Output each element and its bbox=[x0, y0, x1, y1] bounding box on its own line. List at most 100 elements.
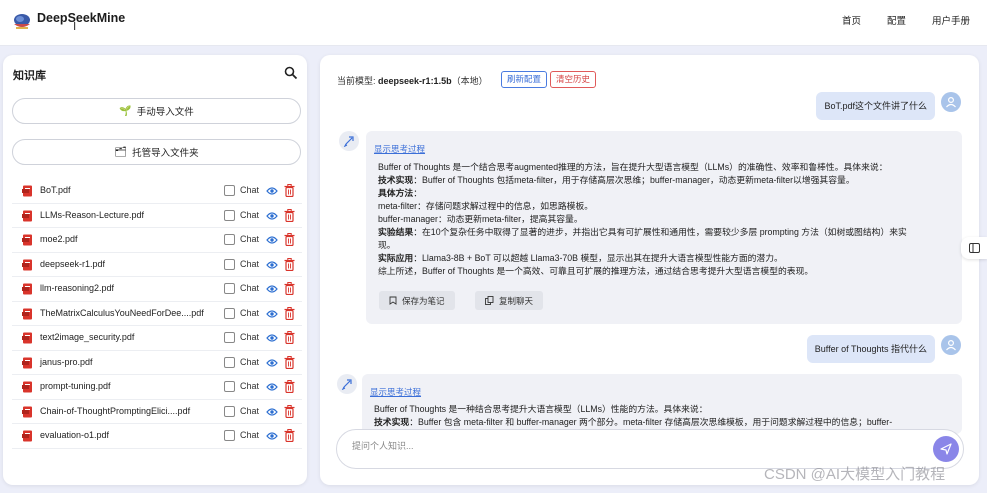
assistant-avatar bbox=[339, 131, 359, 151]
answer-line-text: ： bbox=[413, 188, 423, 198]
show-thinking-link[interactable]: 显示思考过程 bbox=[374, 143, 425, 155]
send-button[interactable] bbox=[933, 436, 959, 462]
file-list: BoT.pdf Chat LLMs-Reason-Lecture.pdf Chat mo… bbox=[12, 179, 302, 449]
file-name[interactable]: prompt-tuning.pdf bbox=[40, 381, 111, 391]
file-name[interactable]: LLMs-Reason-Lecture.pdf bbox=[40, 210, 144, 220]
save-as-note-button[interactable]: 保存为笔记 bbox=[379, 291, 455, 310]
trash-icon[interactable] bbox=[284, 429, 295, 442]
chat-select-checkbox[interactable] bbox=[224, 356, 235, 368]
chat-checkbox-label: Chat bbox=[240, 356, 260, 367]
file-row[interactable]: llm-reasoning2.pdf Chat bbox=[12, 277, 302, 302]
question-input[interactable] bbox=[352, 441, 912, 451]
trash-icon[interactable] bbox=[284, 233, 295, 246]
trash-icon[interactable] bbox=[284, 184, 295, 197]
refresh-config-button[interactable]: 刷新配置 bbox=[501, 71, 548, 88]
file-name[interactable]: deepseek-r1.pdf bbox=[40, 259, 105, 269]
file-name[interactable]: Chain-of-ThoughtPromptingElici....pdf bbox=[40, 406, 190, 416]
file-name[interactable]: BoT.pdf bbox=[40, 185, 71, 195]
nav-config[interactable]: 配置 bbox=[887, 13, 906, 27]
file-row[interactable]: LLMs-Reason-Lecture.pdf Chat bbox=[12, 204, 302, 228]
chat-select-checkbox[interactable] bbox=[224, 234, 235, 245]
trash-icon[interactable] bbox=[284, 306, 295, 320]
pdf-file-icon bbox=[22, 210, 32, 221]
pdf-file-icon bbox=[22, 185, 32, 197]
answer-line-text: buffer-manager：动态更新meta-filter，提高其容量。 bbox=[378, 214, 583, 224]
answer-line-heading: 技术实现 bbox=[378, 175, 414, 185]
chat-select-checkbox[interactable] bbox=[224, 332, 235, 343]
answer-line-text: 现。 bbox=[378, 240, 396, 250]
eye-icon[interactable] bbox=[266, 431, 278, 441]
file-name[interactable]: TheMatrixCalculusYouNeedForDee....pdf bbox=[40, 308, 204, 318]
nav-home[interactable]: 首页 bbox=[842, 13, 861, 27]
answer-line: 技术实现：Buffer of Thoughts 包括meta-filter，用于… bbox=[378, 174, 907, 187]
pdf-file-icon bbox=[22, 283, 32, 295]
file-row[interactable]: deepseek-r1.pdf Chat bbox=[12, 253, 302, 277]
answer-line-text: ：Buffer 包含 meta-filter 和 buffer-manager … bbox=[409, 417, 893, 427]
eye-icon[interactable] bbox=[266, 284, 278, 294]
eye-icon[interactable] bbox=[266, 211, 278, 221]
eye-icon[interactable] bbox=[266, 382, 278, 392]
managed-import-folder-button[interactable]: 🗂 托管导入文件夹 bbox=[12, 139, 301, 165]
brand-title[interactable]: DeepSeekMine bbox=[37, 11, 125, 25]
trash-icon[interactable] bbox=[284, 380, 295, 393]
eye-icon[interactable] bbox=[266, 333, 278, 343]
nav-user-manual[interactable]: 用户手册 bbox=[932, 13, 970, 27]
eye-icon[interactable] bbox=[266, 260, 278, 270]
user-icon bbox=[946, 339, 956, 351]
chat-select-checkbox[interactable] bbox=[224, 209, 235, 221]
file-row[interactable]: text2image_security.pdf Chat bbox=[12, 326, 302, 351]
file-name[interactable]: llm-reasoning2.pdf bbox=[40, 283, 114, 293]
answer-line-text: ：在10个复杂任务中取得了显著的进步，并指出它具有可扩展性和通用性，需要较少多层… bbox=[413, 227, 907, 237]
pdf-file-icon bbox=[22, 332, 32, 344]
whale-logo-icon[interactable] bbox=[12, 10, 32, 32]
trash-icon[interactable] bbox=[284, 355, 295, 369]
show-thinking-link[interactable]: 显示思考过程 bbox=[370, 386, 421, 398]
current-model-line: 当前模型: deepseek-r1:1.5b（本地） bbox=[337, 74, 488, 87]
file-name[interactable]: text2image_security.pdf bbox=[40, 332, 134, 342]
file-row[interactable]: TheMatrixCalculusYouNeedForDee....pdf Cha… bbox=[12, 302, 302, 326]
sidebar-toggle-button[interactable] bbox=[961, 237, 987, 259]
file-row[interactable]: Chain-of-ThoughtPromptingElici....pdf Cha… bbox=[12, 400, 302, 424]
file-row[interactable]: janus-pro.pdf Chat bbox=[12, 351, 302, 375]
file-name[interactable]: moe2.pdf bbox=[40, 234, 78, 244]
trash-icon[interactable] bbox=[284, 208, 295, 222]
file-row[interactable]: prompt-tuning.pdf Chat bbox=[12, 375, 302, 400]
file-name[interactable]: evaluation-o1.pdf bbox=[40, 430, 109, 440]
model-prefix: 当前模型: bbox=[337, 76, 376, 86]
eye-icon[interactable] bbox=[266, 407, 278, 417]
eye-icon[interactable] bbox=[266, 235, 278, 245]
rocket-icon bbox=[343, 136, 354, 147]
trash-icon[interactable] bbox=[284, 331, 295, 344]
chat-select-checkbox[interactable] bbox=[224, 405, 235, 417]
chat-checkbox-label: Chat bbox=[240, 283, 260, 293]
file-name[interactable]: janus-pro.pdf bbox=[40, 357, 93, 367]
trash-icon[interactable] bbox=[284, 282, 295, 295]
chat-select-checkbox[interactable] bbox=[224, 430, 235, 441]
chat-checkbox-label: Chat bbox=[240, 258, 260, 269]
chat-select-checkbox[interactable] bbox=[224, 381, 235, 392]
answer-line: buffer-manager：动态更新meta-filter，提高其容量。 bbox=[378, 213, 907, 226]
chat-select-checkbox[interactable] bbox=[224, 307, 235, 319]
chat-select-checkbox[interactable] bbox=[224, 283, 235, 294]
manual-import-label: 手动导入文件 bbox=[136, 107, 194, 118]
eye-icon[interactable] bbox=[266, 186, 278, 196]
answer-line: meta-filter：存储问题求解过程中的信息，如思路模板。 bbox=[378, 200, 907, 213]
clear-history-button[interactable]: 清空历史 bbox=[550, 71, 597, 88]
file-row[interactable]: BoT.pdf Chat bbox=[12, 179, 302, 204]
rocket-icon bbox=[341, 379, 352, 390]
user-icon bbox=[946, 96, 956, 108]
manual-import-button[interactable]: 🌱 手动导入文件 bbox=[12, 98, 301, 124]
trash-icon[interactable] bbox=[284, 257, 295, 271]
copy-icon bbox=[485, 296, 494, 305]
file-row[interactable]: moe2.pdf Chat bbox=[12, 228, 302, 253]
file-row[interactable]: evaluation-o1.pdf Chat bbox=[12, 424, 302, 449]
eye-icon[interactable] bbox=[266, 358, 278, 368]
copy-chat-button[interactable]: 复制聊天 bbox=[475, 291, 544, 310]
trash-icon[interactable] bbox=[284, 404, 295, 418]
chat-select-checkbox[interactable] bbox=[224, 258, 235, 270]
search-icon[interactable] bbox=[284, 66, 298, 80]
text-cursor-icon: I bbox=[73, 20, 77, 33]
eye-icon[interactable] bbox=[266, 309, 278, 319]
chat-select-checkbox[interactable] bbox=[224, 185, 235, 196]
answer-line-text: ：Buffer of Thoughts 包括meta-filter，用于存储高层… bbox=[413, 175, 855, 185]
